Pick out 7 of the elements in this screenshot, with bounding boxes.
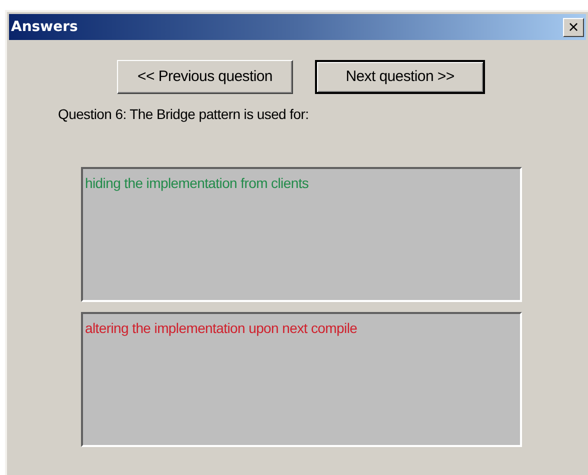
answer-box: hiding the implementation from clients bbox=[81, 167, 522, 302]
next-button[interactable]: Next question >> bbox=[315, 60, 485, 94]
previous-button[interactable]: << Previous question bbox=[117, 60, 293, 94]
window-title: Answers bbox=[11, 18, 78, 36]
answer-box: altering the implementation upon next compile bbox=[81, 312, 522, 447]
question-text: Question 6: The Bridge pattern is used for: bbox=[58, 105, 310, 124]
close-button[interactable]: × bbox=[563, 18, 584, 36]
